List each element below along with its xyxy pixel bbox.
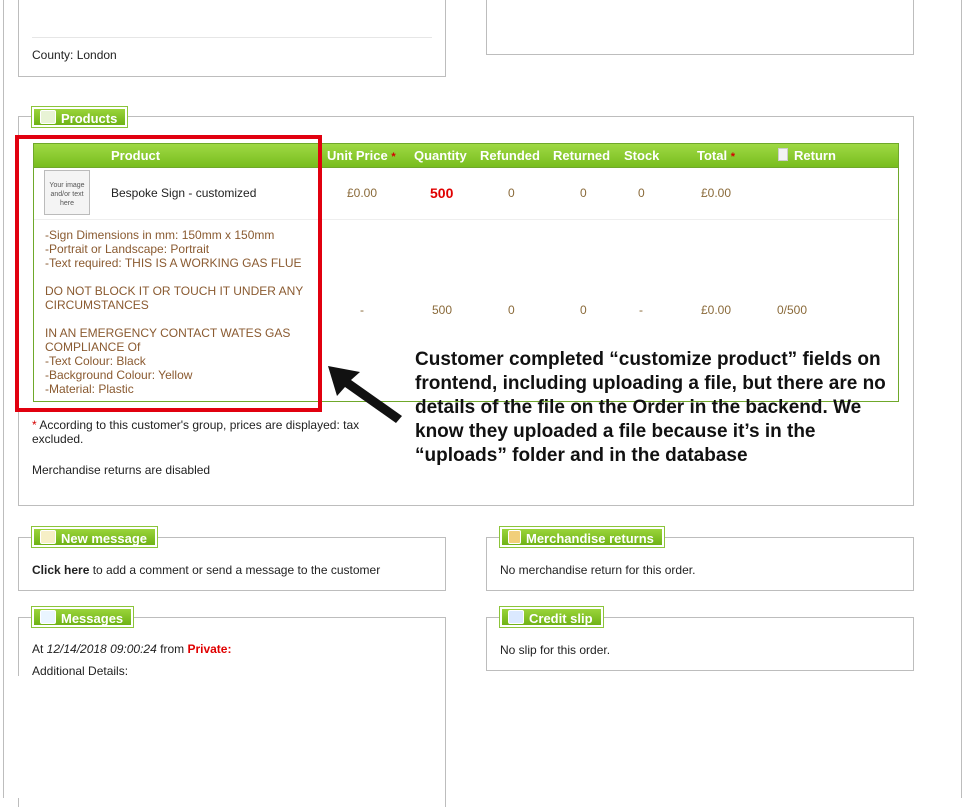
message-private: Private:	[187, 642, 232, 656]
cust-refunded: 0	[508, 303, 515, 317]
row-stock: 0	[638, 186, 645, 200]
col-return: Return	[778, 148, 836, 163]
messages-inner-gap	[18, 676, 21, 798]
divider	[32, 37, 432, 38]
merchandise-returns-text: No merchandise return for this order.	[500, 563, 696, 577]
message-header: At 12/14/2018 09:00:24 from Private:	[32, 642, 232, 656]
highlight-box	[15, 135, 322, 412]
returns-disabled-text: Merchandise returns are disabled	[32, 463, 211, 477]
message-details: Additional Details:	[32, 664, 129, 678]
page-border-left	[3, 0, 4, 798]
credit-slip-text: No slip for this order.	[500, 643, 611, 657]
new-message-line: Click here to add a comment or send a me…	[32, 563, 381, 577]
new-message-legend: New message	[31, 526, 158, 548]
tax-note: * According to this customer's group, pr…	[32, 418, 360, 446]
cart-icon	[40, 110, 56, 124]
row-total: £0.00	[701, 186, 732, 200]
col-stock: Stock	[624, 148, 660, 163]
products-legend: Products	[30, 106, 129, 128]
col-returned: Returned	[553, 148, 611, 163]
click-here-link[interactable]: Click here	[32, 563, 89, 577]
box-icon	[508, 530, 521, 544]
edit-icon	[40, 530, 56, 544]
credit-slip-legend: Credit slip	[499, 606, 604, 628]
row-refunded: 0	[508, 186, 515, 200]
cust-return: 0/500	[777, 303, 808, 317]
cust-stock: -	[639, 303, 643, 317]
trash-icon	[778, 148, 788, 161]
invoice-address-box	[486, 0, 914, 55]
arrow-icon	[328, 366, 402, 423]
row-quantity: 500	[430, 185, 454, 201]
page-border-right	[961, 0, 962, 798]
book-icon	[508, 610, 524, 624]
col-total: Total *	[697, 148, 735, 163]
message-date: 12/14/2018 09:00:24	[46, 642, 157, 656]
cust-returned: 0	[580, 303, 587, 317]
cust-total: £0.00	[701, 303, 732, 317]
county-text: County: London	[32, 48, 117, 62]
col-refunded: Refunded	[480, 148, 540, 163]
cust-quantity: 500	[432, 303, 453, 317]
mail-icon	[40, 610, 56, 624]
messages-legend: Messages	[30, 606, 135, 628]
address-box: County: London	[18, 0, 446, 77]
merchandise-returns-legend: Merchandise returns	[499, 526, 665, 548]
row-unit-price: £0.00	[347, 186, 378, 200]
col-unit-price: Unit Price *	[327, 148, 396, 163]
col-quantity: Quantity	[414, 148, 467, 163]
cust-unit-price: -	[360, 303, 364, 317]
row-returned: 0	[580, 186, 587, 200]
annotation-callout: Customer completed “customize product” f…	[415, 349, 886, 466]
